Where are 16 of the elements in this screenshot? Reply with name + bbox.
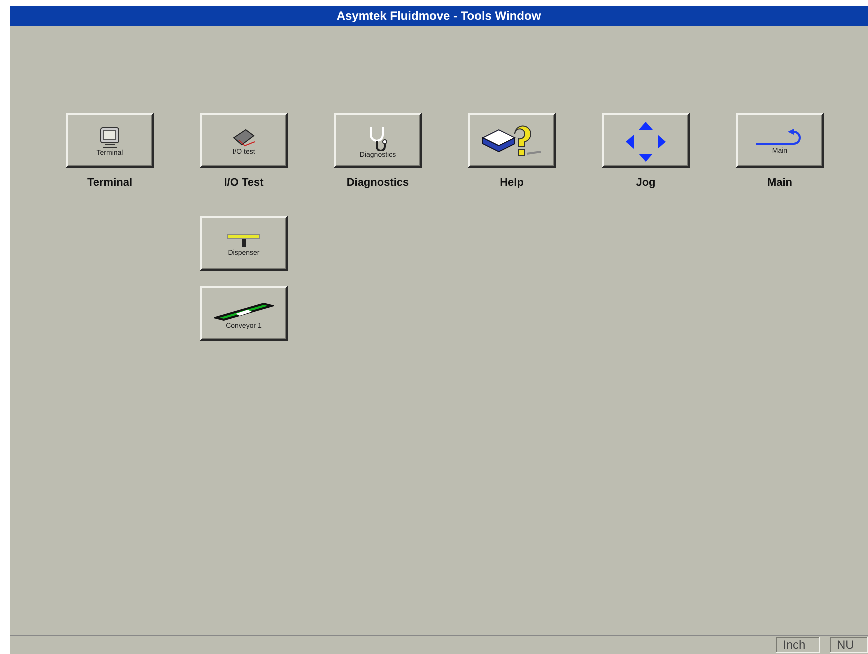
- monitor-icon: [99, 127, 121, 149]
- tool-label: Help: [500, 177, 524, 189]
- tool-button[interactable]: [468, 113, 556, 168]
- conveyor-icon: [214, 300, 274, 322]
- tool-label: I/O Test: [224, 177, 264, 189]
- tool-label: Jog: [636, 177, 656, 189]
- move-arrows-icon: [624, 120, 668, 164]
- tool-label: Main: [767, 177, 793, 189]
- tool-label: Terminal: [87, 177, 133, 189]
- status-panel: Inch: [776, 637, 820, 653]
- status-panel: NU: [830, 637, 868, 653]
- tool-button[interactable]: [602, 113, 690, 168]
- tool-label: Diagnostics: [346, 177, 410, 189]
- window-title: Asymtek Fluidmove - Tools Window: [336, 9, 542, 23]
- dispenser-icon: [226, 233, 262, 249]
- device-icon: [231, 128, 257, 148]
